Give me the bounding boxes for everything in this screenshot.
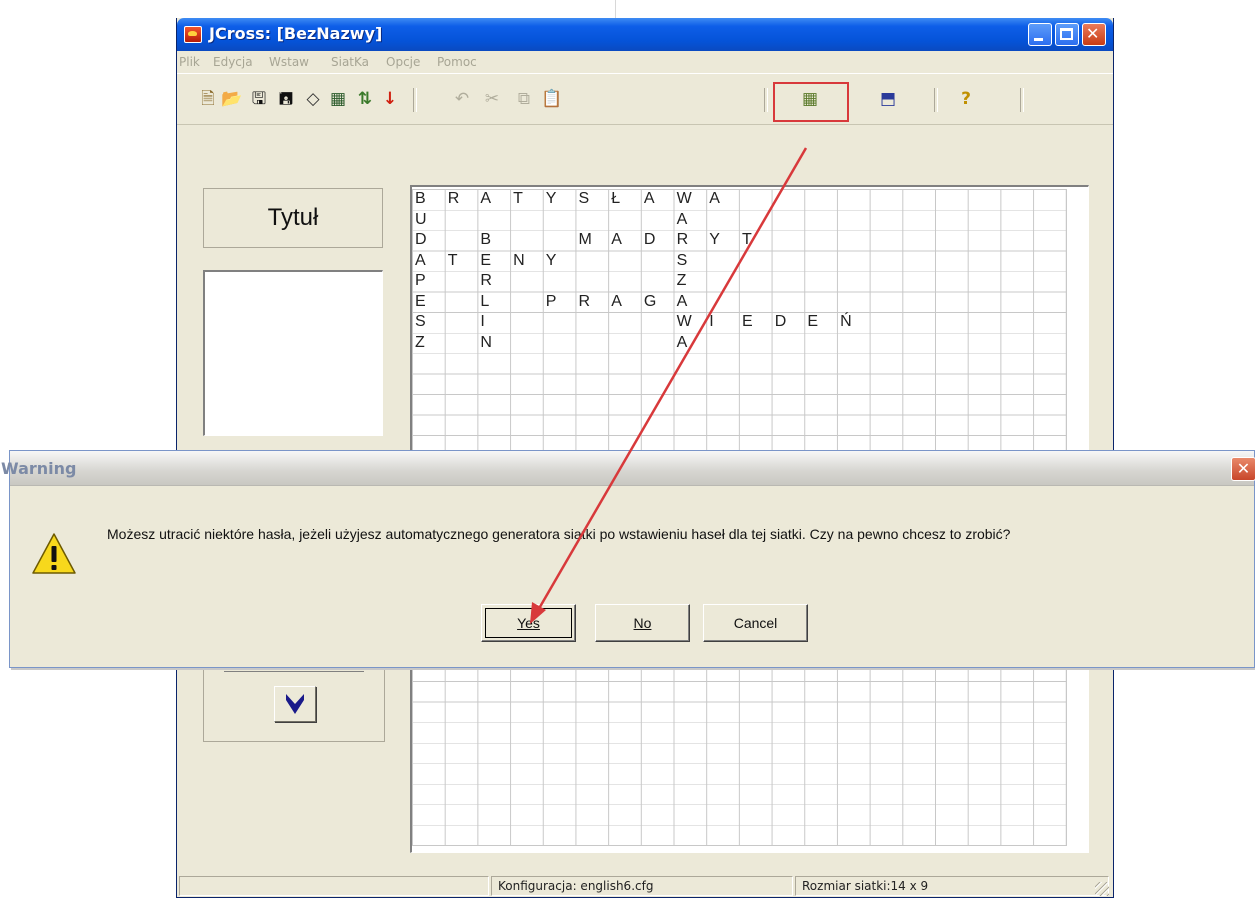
annotation-arrow bbox=[530, 147, 808, 624]
